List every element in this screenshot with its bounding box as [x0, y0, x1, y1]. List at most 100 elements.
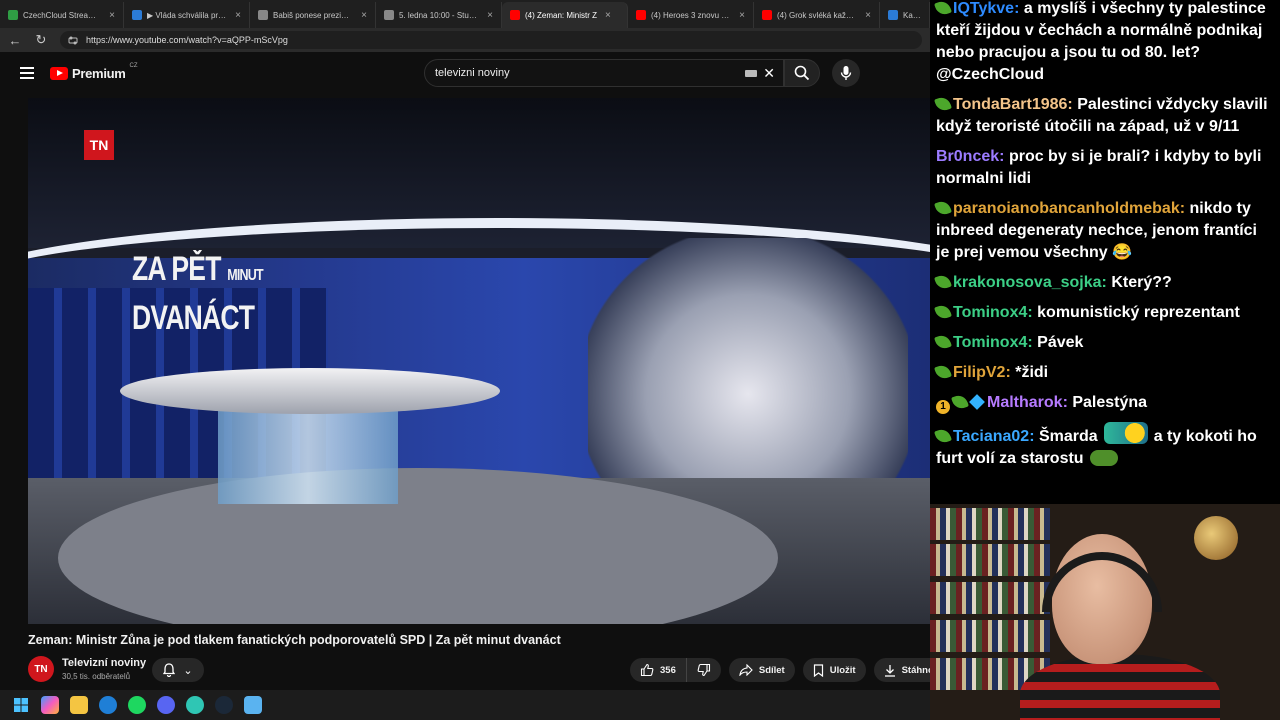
leaf-badge-icon: [934, 0, 952, 17]
emote-icon: [1103, 422, 1148, 444]
chat-text: *židi: [1015, 364, 1049, 381]
chat-username[interactable]: Maltharok: [987, 394, 1063, 411]
menu-icon[interactable]: [20, 67, 34, 79]
chat-message: Br0ncek: proc by si je brali? i kdyby to…: [934, 142, 1276, 194]
studio-desk-base: [218, 404, 398, 504]
tab-favicon-icon: [132, 10, 142, 20]
notepad-icon[interactable]: [244, 696, 262, 714]
browser-tab[interactable]: (4) Grok svléká každého ×: [754, 2, 880, 28]
discord-icon[interactable]: [157, 696, 175, 714]
video-actions: 356 Sdílet Uložit Stáhnout: [630, 658, 953, 682]
chat-message: 1 Maltharok: Palestýna: [934, 388, 1276, 418]
tab-label: (4) Heroes 3 znovu přek: [651, 10, 732, 20]
cube-badge-icon: [969, 394, 985, 410]
windows-icon[interactable]: [12, 696, 30, 714]
voice-search-button[interactable]: [832, 59, 860, 87]
browser-icon[interactable]: [186, 696, 204, 714]
browser-tab[interactable]: ▶ Vláda schválila progra ×: [124, 2, 250, 28]
copilot-icon[interactable]: [41, 696, 59, 714]
bookshelf-row: [930, 508, 1050, 540]
chat-username[interactable]: krakonosova_sojka: [953, 274, 1102, 291]
like-button[interactable]: 356: [630, 658, 687, 682]
windows-taskbar: [0, 690, 930, 720]
video-player[interactable]: TN ZA PĚT MINUT DVANÁCT: [28, 98, 930, 624]
close-tab-icon[interactable]: ×: [865, 10, 871, 21]
close-tab-icon[interactable]: ×: [235, 10, 241, 21]
keyboard-icon[interactable]: [745, 70, 757, 77]
youtube-logo[interactable]: Premium CZ: [50, 63, 138, 81]
url-field[interactable]: https://www.youtube.com/watch?v=aQPP-mSc…: [60, 31, 922, 49]
notification-bell-button[interactable]: ⌄: [152, 658, 204, 682]
edge-icon[interactable]: [99, 696, 117, 714]
bookshelf-row: [930, 620, 1050, 652]
studio-desk: [120, 368, 500, 414]
chat-username[interactable]: FilipV2: [953, 364, 1005, 381]
chat-username[interactable]: Tominox4: [953, 304, 1027, 321]
back-icon[interactable]: ←: [8, 33, 22, 48]
chat-text: komunistický reprezentant: [1037, 304, 1240, 321]
chat-username[interactable]: Br0ncek: [936, 148, 999, 165]
chat-message: Taciana02: Šmarda a ty kokoti ho furt vol…: [934, 418, 1276, 474]
like-count: 356: [660, 664, 676, 676]
search-icon: [794, 65, 810, 81]
close-tab-icon[interactable]: ×: [739, 10, 745, 21]
browser-tab[interactable]: Babiš ponese prezidenta ×: [250, 2, 376, 28]
bell-icon: [163, 663, 176, 677]
leaf-badge-icon: [934, 333, 952, 351]
chat-username[interactable]: Tominox4: [953, 334, 1027, 351]
tab-label: CzechCloud Stream - Wa: [23, 10, 101, 20]
close-tab-icon[interactable]: ×: [109, 10, 115, 21]
clear-search-icon[interactable]: ✕: [763, 65, 775, 82]
thumbs-down-icon: [697, 663, 710, 677]
save-button[interactable]: Uložit: [802, 658, 866, 682]
chat-message: IQTykve: a myslíš i všechny ty palestinc…: [934, 0, 1276, 90]
chat-username[interactable]: TondaBart1986: [953, 96, 1067, 113]
tab-label: ▶ Vláda schválila progra: [147, 10, 228, 20]
tab-favicon-icon: [384, 10, 394, 20]
channel-name[interactable]: Televizní noviny: [62, 657, 146, 669]
share-button[interactable]: Sdílet: [728, 658, 795, 682]
bookshelf-row: [930, 544, 1050, 576]
tab-favicon-icon: [888, 10, 898, 20]
dislike-button[interactable]: [686, 658, 721, 682]
youtube-header: Premium CZ televizni noviny ✕: [0, 52, 930, 94]
bookmark-icon: [813, 663, 823, 677]
channel-avatar[interactable]: TN: [28, 656, 54, 682]
show-title-line1: ZA PĚT: [132, 250, 221, 288]
tab-label: (4) Zeman: Ministr Z: [525, 10, 598, 20]
tab-favicon-icon: [762, 10, 772, 20]
close-tab-icon[interactable]: ×: [487, 10, 493, 21]
microphone-icon: [840, 66, 852, 80]
chat-username[interactable]: paranoianobancanholdmebak: [953, 200, 1180, 217]
chat-separator: :: [1027, 304, 1038, 321]
site-info-icon[interactable]: [68, 35, 78, 45]
chat-separator: :: [1014, 0, 1024, 17]
search-input[interactable]: televizni noviny ✕: [424, 59, 784, 87]
chat-username[interactable]: Taciana02: [953, 428, 1029, 445]
browser-tab[interactable]: (4) Zeman: Ministr Z ×: [502, 2, 628, 28]
emote-icon: [1089, 450, 1118, 466]
browser-tab[interactable]: 5. ledna 10:00 - Studio C ×: [376, 2, 502, 28]
chat-message: Tominox4: Pávek: [934, 328, 1276, 358]
browser-tab-bar: CzechCloud Stream - Wa×▶ Vláda schválila…: [0, 0, 930, 28]
reload-icon[interactable]: ↻: [34, 32, 48, 48]
search-button[interactable]: [784, 59, 820, 87]
show-title-line2: DVANÁCT: [132, 299, 255, 337]
channel-logo-overlay: TN: [84, 130, 114, 160]
file-explorer-icon[interactable]: [70, 696, 88, 714]
steam-icon[interactable]: [215, 696, 233, 714]
leaf-badge-icon: [934, 95, 952, 113]
chat-message: FilipV2: *židi: [934, 358, 1276, 388]
browser-tab[interactable]: (4) Heroes 3 znovu přek ×: [628, 2, 754, 28]
chat-message: TondaBart1986: Palestinci vždycky slavil…: [934, 90, 1276, 142]
chat-separator: :: [1179, 200, 1190, 217]
tab-label: Babiš ponese prezidenta: [273, 10, 354, 20]
close-tab-icon[interactable]: ×: [605, 10, 611, 21]
gold-badge-icon: 1: [936, 400, 950, 414]
browser-tab[interactable]: CzechCloud Stream - Wa ×: [0, 2, 124, 28]
spotify-icon[interactable]: [128, 696, 146, 714]
chat-text: Který??: [1111, 274, 1172, 291]
close-tab-icon[interactable]: ×: [361, 10, 367, 21]
chat-username[interactable]: IQTykve: [953, 0, 1014, 17]
browser-tab[interactable]: Kalend: [880, 2, 930, 28]
